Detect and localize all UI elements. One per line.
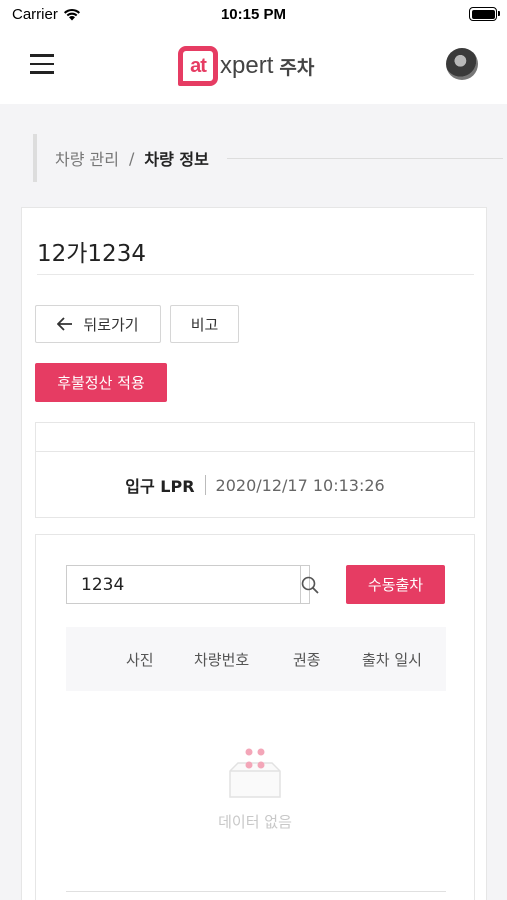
empty-state-text: 데이터 없음 (218, 813, 292, 831)
divider (37, 274, 474, 275)
breadcrumb: 차량 관리 / 차량 정보 (33, 134, 503, 182)
status-time: 10:15 PM (220, 6, 287, 23)
lpr-label: 입구 LPR (125, 477, 195, 496)
lpr-row: 입구 LPR 2020/12/17 10:13:26 (36, 473, 474, 497)
avatar[interactable] (446, 48, 478, 80)
hamburger-icon[interactable] (30, 54, 54, 76)
app-bar: at xpert 주차 (0, 30, 507, 104)
column-header: 차량번호 (194, 651, 250, 669)
note-button[interactable]: 비고 (170, 305, 239, 343)
breadcrumb-current: 차량 정보 (144, 150, 209, 169)
arrow-left-icon (57, 317, 73, 331)
logo-mark: at (178, 46, 218, 86)
breadcrumb-rule (226, 157, 503, 159)
manual-exit-button[interactable]: 수동출차 (346, 565, 445, 604)
column-header: 사진 (126, 651, 154, 669)
lpr-panel: 입구 LPR 2020/12/17 10:13:26 (35, 422, 475, 518)
vehicle-card: 12가1234 뒤로가기 비고 후불정산 적용 입구 LPR 2020/12/1… (21, 207, 487, 900)
logo-text: xpert (220, 52, 274, 79)
vehicle-plate: 12가1234 (37, 241, 146, 267)
postpay-apply-button[interactable]: 후불정산 적용 (35, 363, 167, 402)
search-field (66, 565, 319, 604)
search-button[interactable] (300, 566, 319, 603)
column-header: 권종 (293, 651, 321, 669)
postpay-button-label: 후불정산 적용 (57, 374, 145, 392)
logo-mark-text: at (190, 54, 207, 77)
search-icon (301, 576, 319, 594)
lpr-timestamp: 2020/12/17 10:13:26 (215, 475, 385, 495)
exit-search-panel: 수동출차 사진 차량번호 권종 출차 일시 데이터 없음 (35, 534, 475, 900)
back-button[interactable]: 뒤로가기 (35, 305, 161, 343)
battery-icon (469, 7, 500, 21)
empty-inbox-icon (229, 748, 281, 798)
table-header: 사진 차량번호 권종 출차 일시 (66, 627, 446, 691)
divider (204, 475, 206, 495)
logo-suffix: 주차 (279, 56, 315, 79)
divider (66, 891, 446, 892)
back-button-label: 뒤로가기 (83, 315, 139, 334)
search-input[interactable] (67, 566, 300, 603)
status-bar: Carrier 10:15 PM (0, 0, 507, 30)
breadcrumb-parent[interactable]: 차량 관리 (55, 146, 119, 170)
breadcrumb-separator: / (128, 148, 135, 168)
column-header: 출차 일시 (362, 651, 422, 669)
divider (36, 451, 474, 452)
note-button-label: 비고 (190, 315, 219, 334)
app-logo: at xpert 주차 (178, 46, 314, 86)
manual-exit-label: 수동출차 (367, 576, 424, 594)
